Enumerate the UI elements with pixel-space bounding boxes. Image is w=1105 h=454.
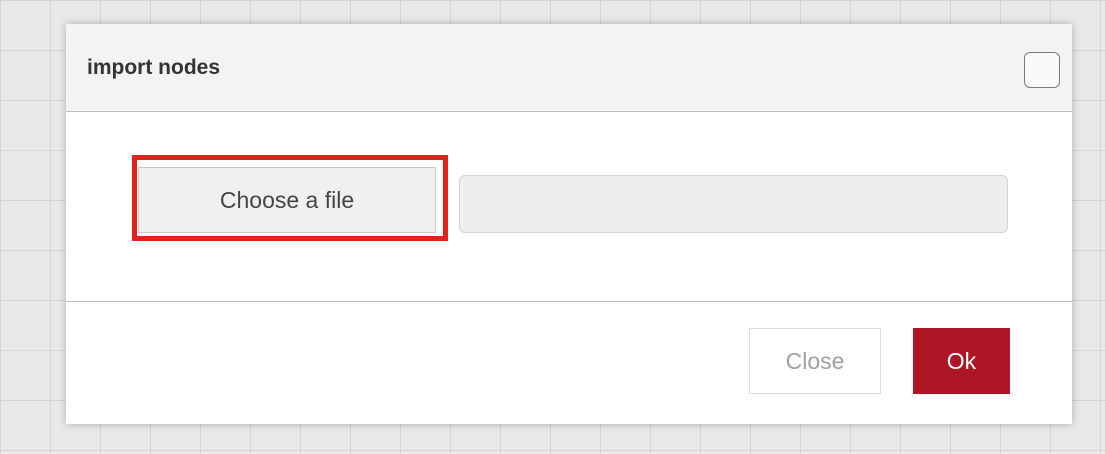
choose-file-button[interactable]: Choose a file bbox=[138, 167, 436, 233]
dialog-body: Choose a file bbox=[66, 112, 1072, 302]
header-checkbox[interactable] bbox=[1024, 52, 1060, 88]
import-nodes-dialog: import nodes Choose a file Close Ok bbox=[66, 24, 1072, 424]
dialog-footer: Close Ok bbox=[66, 302, 1072, 424]
dialog-header: import nodes bbox=[66, 24, 1072, 112]
ok-button[interactable]: Ok bbox=[913, 328, 1010, 394]
file-name-field[interactable] bbox=[459, 175, 1008, 233]
dialog-title: import nodes bbox=[87, 56, 221, 79]
close-button[interactable]: Close bbox=[749, 328, 881, 394]
